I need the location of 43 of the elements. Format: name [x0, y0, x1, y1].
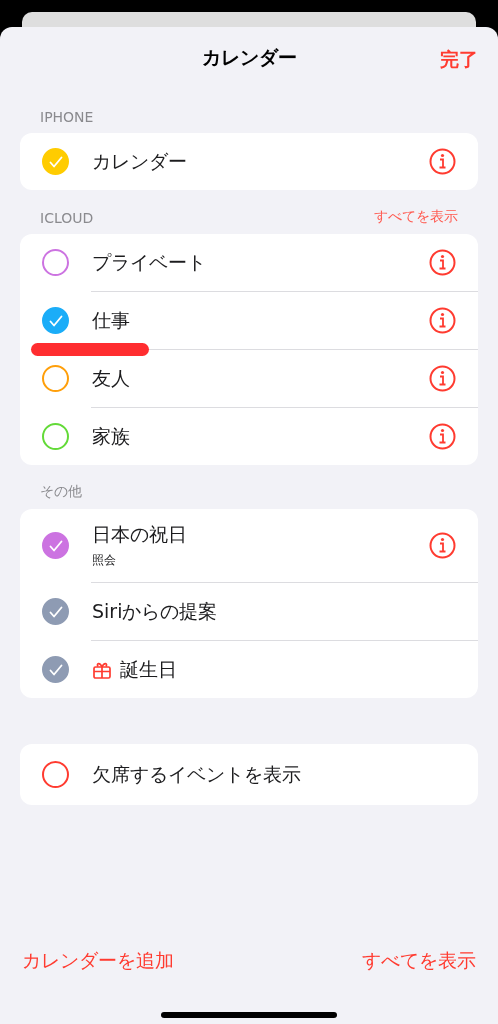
calendar-subtitle: 照会	[92, 552, 117, 569]
calendar-name: 誕生日	[120, 656, 177, 682]
add-calendar-button[interactable]: カレンダーを追加	[22, 948, 174, 974]
calendar-checkbox[interactable]	[42, 761, 69, 788]
info-icon	[429, 423, 456, 450]
done-button[interactable]: 完了	[440, 47, 478, 73]
calendar-checkbox[interactable]	[42, 532, 69, 559]
calendar-checkbox[interactable]	[42, 423, 69, 450]
info-icon	[429, 307, 456, 334]
check-icon	[48, 663, 63, 676]
calendar-name: 日本の祝日	[92, 522, 188, 547]
calendar-name: カレンダー	[92, 148, 188, 174]
info-icon	[429, 365, 456, 392]
calendar-checkbox[interactable]	[42, 365, 69, 392]
info-icon	[429, 532, 456, 559]
calendar-name: 友人	[92, 365, 131, 391]
info-button[interactable]	[429, 148, 456, 175]
check-icon	[48, 314, 63, 327]
calendar-name: 仕事	[92, 307, 131, 333]
calendar-name: Siriからの提案	[92, 598, 219, 624]
calendar-name: プライベート	[92, 249, 207, 275]
sheet-title: カレンダー	[201, 45, 297, 70]
calendar-checkbox[interactable]	[42, 307, 69, 334]
info-button[interactable]	[429, 249, 456, 276]
info-icon	[429, 249, 456, 276]
calendar-name: 家族	[92, 423, 131, 449]
calendar-checkbox[interactable]	[42, 598, 69, 625]
show-all-button[interactable]: すべてを表示	[362, 948, 476, 974]
section-header: IPHONE	[40, 109, 94, 125]
info-button[interactable]	[429, 365, 456, 392]
calendar-name: 欠席するイベントを表示	[92, 761, 302, 787]
calendar-checkbox[interactable]	[42, 249, 69, 276]
info-button[interactable]	[429, 307, 456, 334]
calendar-checkbox[interactable]	[42, 656, 69, 683]
check-icon	[48, 539, 63, 552]
check-icon	[48, 155, 63, 168]
info-icon	[429, 148, 456, 175]
check-icon	[48, 605, 63, 618]
section-header: ICLOUD	[40, 210, 94, 226]
info-button[interactable]	[429, 423, 456, 450]
show-all-link[interactable]: すべてを表示	[374, 208, 458, 226]
section-header: その他	[40, 483, 82, 501]
info-button[interactable]	[429, 532, 456, 559]
